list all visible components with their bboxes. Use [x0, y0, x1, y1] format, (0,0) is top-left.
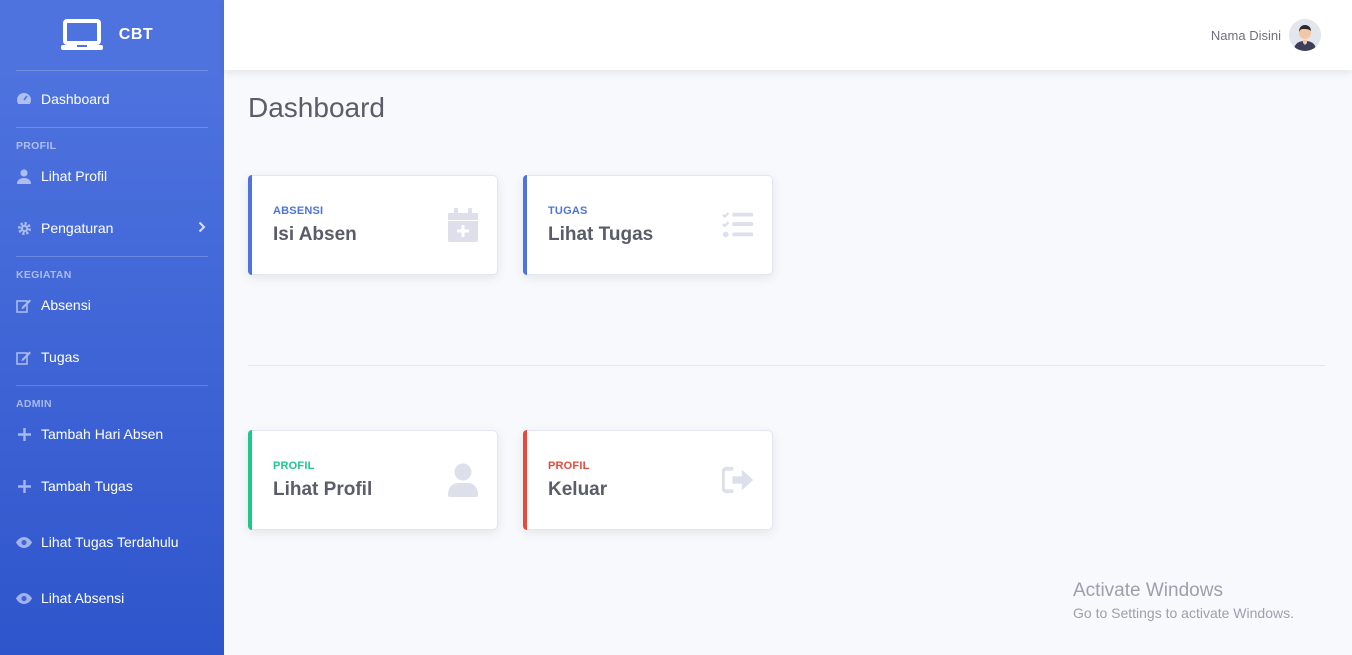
edit-icon — [16, 349, 32, 365]
sidebar-item-label: Lihat Tugas Terdahulu — [41, 534, 179, 550]
card-label: ABSENSI — [273, 205, 324, 217]
card-label: PROFIL — [548, 460, 590, 472]
brand[interactable]: CBT — [0, 0, 224, 70]
card-accent — [523, 175, 527, 275]
tasks-icon — [722, 208, 754, 242]
card-keluar[interactable]: PROFIL Keluar — [523, 430, 773, 530]
user-name: Nama Disini — [1210, 27, 1281, 43]
plus-icon — [16, 426, 32, 442]
card-lihat-tugas[interactable]: TUGAS Lihat Tugas — [523, 175, 773, 275]
sidebar-heading-kegiatan: KEGIATAN — [16, 269, 72, 281]
card-isi-absen[interactable]: ABSENSI Isi Absen — [248, 175, 498, 275]
sidebar-item-lihat-profil[interactable]: Lihat Profil — [0, 152, 224, 200]
topbar: Nama Disini — [224, 0, 1352, 70]
card-label: TUGAS — [548, 205, 588, 217]
sidebar-item-label: Tambah Hari Absen — [41, 426, 164, 442]
sidebar-item-label: Absensi — [41, 297, 91, 313]
card-value: Lihat Tugas — [548, 224, 654, 245]
brand-name: CBT — [118, 26, 154, 43]
card-value: Lihat Profil — [273, 479, 373, 500]
user-menu[interactable]: Nama Disini — [1211, 19, 1321, 51]
sidebar-item-pengaturan[interactable]: Pengaturan — [0, 200, 224, 256]
card-accent — [523, 430, 527, 530]
sidebar: CBT Dashboard PROFIL Lihat Profil Pengat… — [0, 0, 224, 655]
sidebar-item-dashboard[interactable]: Dashboard — [0, 71, 224, 127]
plus-icon — [16, 478, 32, 494]
sidebar-item-label: Tugas — [41, 349, 80, 365]
sidebar-item-tambah-hari-absen[interactable]: Tambah Hari Absen — [0, 410, 224, 458]
user-icon — [16, 168, 32, 184]
card-value: Keluar — [548, 479, 608, 500]
eye-icon — [16, 590, 32, 606]
sidebar-item-label: Lihat Absensi — [41, 590, 125, 606]
eye-icon — [16, 534, 32, 550]
cog-icon — [16, 220, 32, 236]
sidebar-item-label: Pengaturan — [41, 220, 114, 236]
watermark-title: Activate Windows — [1073, 580, 1223, 601]
card-accent — [248, 430, 252, 530]
sidebar-item-label: Tambah Tugas — [41, 478, 133, 494]
card-value: Isi Absen — [273, 224, 357, 245]
tachometer-icon — [16, 91, 32, 107]
card-label: PROFIL — [273, 460, 315, 472]
sidebar-item-lihat-absensi[interactable]: Lihat Absensi — [0, 570, 224, 626]
sidebar-heading-admin: ADMIN — [16, 398, 52, 410]
sidebar-heading-profil: PROFIL — [16, 140, 57, 152]
section-divider — [248, 365, 1325, 366]
sidebar-item-absensi[interactable]: Absensi — [0, 281, 224, 329]
chevron-right-icon — [198, 220, 206, 236]
sidebar-item-tugas[interactable]: Tugas — [0, 329, 224, 385]
sign-out-icon — [722, 463, 754, 497]
avatar — [1289, 19, 1321, 51]
edit-icon — [16, 297, 32, 313]
windows-activation-watermark: Activate Windows Go to Settings to activ… — [1073, 580, 1294, 621]
calendar-plus-icon — [447, 208, 479, 242]
sidebar-item-tambah-tugas[interactable]: Tambah Tugas — [0, 458, 224, 514]
card-accent — [248, 175, 252, 275]
page-title: Dashboard — [248, 92, 385, 123]
user-icon — [447, 463, 479, 497]
card-lihat-profil[interactable]: PROFIL Lihat Profil — [248, 430, 498, 530]
watermark-subtitle: Go to Settings to activate Windows. — [1073, 605, 1294, 621]
laptop-icon — [60, 19, 103, 50]
sidebar-item-lihat-tugas-terdahulu[interactable]: Lihat Tugas Terdahulu — [0, 514, 224, 570]
sidebar-item-label: Dashboard — [41, 91, 110, 107]
sidebar-item-label: Lihat Profil — [41, 168, 108, 184]
